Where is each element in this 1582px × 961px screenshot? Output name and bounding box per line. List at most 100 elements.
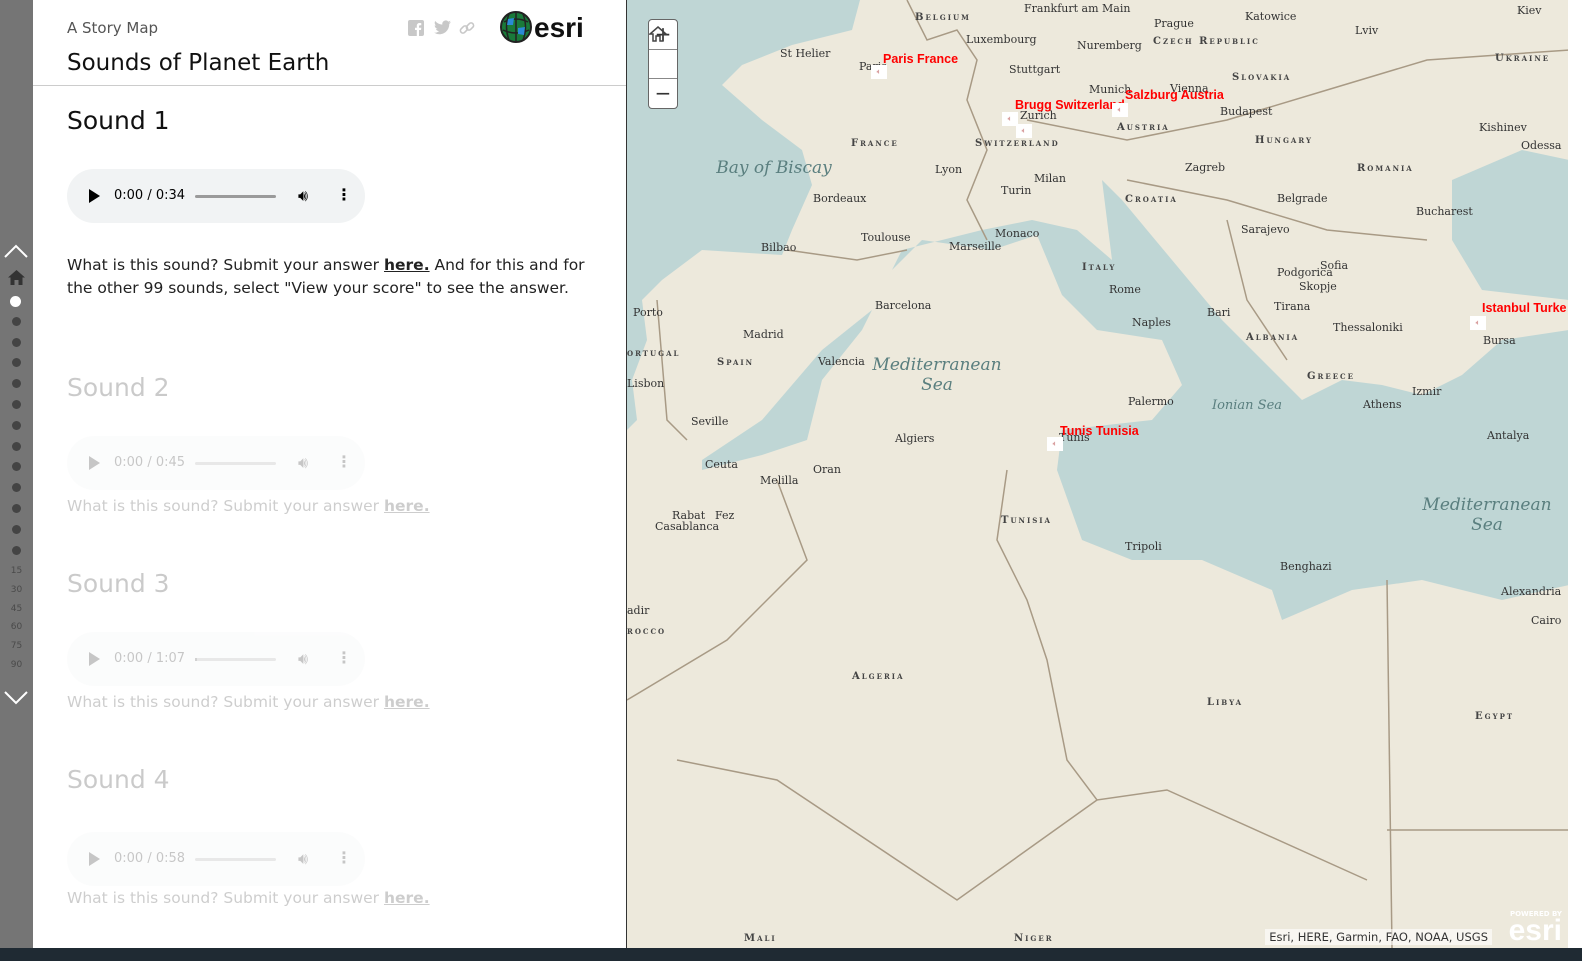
link-icon[interactable]	[459, 20, 475, 36]
more-options-icon[interactable]: ⋮	[336, 452, 352, 471]
nav-number[interactable]: 15	[0, 566, 33, 576]
zoom-out-button[interactable]: −	[649, 79, 677, 109]
nav-dot[interactable]	[12, 358, 21, 368]
nav-dot[interactable]	[12, 337, 21, 347]
country-label: Ukraine	[1495, 53, 1551, 64]
audio-seek-slider[interactable]	[195, 462, 276, 465]
audio-seek-slider[interactable]	[195, 858, 276, 861]
volume-icon[interactable]: 🔊︎	[298, 849, 308, 869]
play-icon[interactable]	[89, 652, 100, 666]
country-label: Czech Republic	[1153, 36, 1260, 47]
city-label: Izmir	[1412, 385, 1442, 398]
city-label: Frankfurt am Main	[1024, 2, 1131, 15]
nav-dot[interactable]	[12, 524, 21, 534]
volume-icon[interactable]: 🔊︎	[298, 186, 308, 206]
city-label: St Helier	[780, 47, 831, 60]
more-options-icon[interactable]: ⋮	[336, 185, 352, 204]
nav-dot[interactable]	[12, 504, 21, 513]
zoom-controls: + −	[648, 19, 678, 109]
city-label: Naples	[1132, 316, 1171, 329]
nav-number[interactable]: 45	[0, 604, 33, 614]
audio-seek-slider[interactable]	[195, 658, 276, 661]
audio-player[interactable]: 0:00 / 0:34 🔊︎ ⋮	[67, 169, 365, 223]
home-button[interactable]	[649, 26, 677, 79]
city-label: Marseille	[949, 240, 1002, 253]
city-label: Porto	[633, 306, 663, 319]
audio-time: 0:00 / 0:34	[114, 188, 186, 203]
city-label: Casablanca	[655, 520, 720, 533]
description-text: What is this sound? Submit your answer	[67, 693, 384, 711]
home-icon[interactable]	[8, 270, 25, 285]
city-label: Stuttgart	[1009, 63, 1061, 76]
story-navigation: 15 30 45 60 75 90	[0, 0, 33, 948]
home-icon	[649, 26, 667, 42]
map[interactable]: Frankfurt am Main Prague Katowice Lviv Kiev L…	[626, 0, 1568, 948]
country-label: ortugal	[627, 348, 681, 359]
nav-number[interactable]: 75	[0, 641, 33, 651]
city-label: Toulouse	[861, 231, 911, 244]
volume-icon[interactable]: 🔊︎	[298, 649, 308, 669]
nav-dot[interactable]	[10, 296, 21, 307]
sound-section: Sound 1 0:00 / 0:34 🔊︎ ⋮ What is this so…	[67, 106, 607, 297]
powered-by-esri-logo[interactable]: POWERED BY esri	[1509, 910, 1562, 946]
audio-player[interactable]: 0:00 / 1:07 🔊︎ ⋮	[67, 632, 365, 686]
country-label: Romania	[1357, 163, 1414, 174]
play-icon[interactable]	[89, 456, 100, 470]
subtitle: A Story Map	[67, 19, 159, 37]
sound-marker-icon[interactable]: 🔈︎	[871, 65, 887, 79]
submit-answer-link[interactable]: here.	[384, 256, 430, 274]
nav-number[interactable]: 60	[0, 622, 33, 632]
sound-marker-icon[interactable]: 🔈︎	[1112, 103, 1128, 117]
city-label: Katowice	[1245, 10, 1297, 23]
country-label: Belgium	[915, 12, 971, 23]
nav-dot[interactable]	[12, 462, 21, 472]
nav-number[interactable]: 90	[0, 660, 33, 670]
more-options-icon[interactable]: ⋮	[336, 848, 352, 867]
chevron-up-icon[interactable]	[4, 244, 28, 258]
sound-marker-label: Paris France	[883, 52, 959, 66]
facebook-icon[interactable]	[408, 20, 424, 36]
more-options-icon[interactable]: ⋮	[336, 648, 352, 667]
city-label: Bordeaux	[813, 192, 867, 205]
nav-number[interactable]: 30	[0, 585, 33, 595]
play-icon[interactable]	[89, 852, 100, 866]
country-label: Hungary	[1255, 135, 1313, 146]
header: A Story Map Sounds of Planet Earth esri	[33, 0, 626, 86]
nav-dot[interactable]	[12, 316, 21, 326]
city-label: Lisbon	[627, 377, 665, 390]
city-label: Algiers	[895, 432, 935, 445]
country-label: Egypt	[1475, 711, 1515, 722]
nav-dot[interactable]	[12, 400, 21, 409]
submit-answer-link[interactable]: here.	[384, 889, 430, 907]
chevron-down-icon[interactable]	[4, 691, 28, 705]
sound-marker-icon[interactable]: 🔈︎	[1016, 124, 1032, 138]
story-panel: A Story Map Sounds of Planet Earth esri …	[33, 0, 626, 948]
nav-dot[interactable]	[12, 441, 21, 451]
city-label: Bilbao	[761, 241, 797, 254]
play-icon[interactable]	[89, 189, 100, 203]
country-label: Mali	[744, 933, 777, 944]
submit-answer-link[interactable]: here.	[384, 693, 430, 711]
nav-dot[interactable]	[12, 483, 21, 493]
sound-marker-icon[interactable]: 🔈︎	[1470, 316, 1486, 330]
audio-player[interactable]: 0:00 / 0:45 🔊︎ ⋮	[67, 436, 365, 490]
audio-seek-slider[interactable]	[195, 195, 276, 198]
city-label: Budapest	[1220, 105, 1273, 118]
nav-dot[interactable]	[12, 379, 21, 389]
audio-player[interactable]: 0:00 / 0:58 🔊︎ ⋮	[67, 832, 365, 886]
description-text: What is this sound? Submit your answer	[67, 256, 384, 274]
sound-marker-label: Istanbul Turke	[1482, 301, 1567, 315]
twitter-icon[interactable]	[434, 20, 451, 36]
esri-logo[interactable]: esri	[500, 10, 595, 44]
nav-dot[interactable]	[12, 420, 21, 430]
city-label: Bucharest	[1416, 205, 1473, 218]
country-label: Slovakia	[1232, 72, 1292, 83]
nav-dot[interactable]	[12, 545, 21, 555]
section-description: What is this sound? Submit your answer h…	[67, 254, 597, 300]
city-label: Turin	[1001, 184, 1032, 197]
city-label: Skopje	[1299, 280, 1337, 293]
volume-icon[interactable]: 🔊︎	[298, 453, 308, 473]
submit-answer-link[interactable]: here.	[384, 497, 430, 515]
sound-marker-icon[interactable]: 🔈︎	[1047, 437, 1063, 451]
sea-label: Ionian Sea	[1211, 398, 1283, 413]
